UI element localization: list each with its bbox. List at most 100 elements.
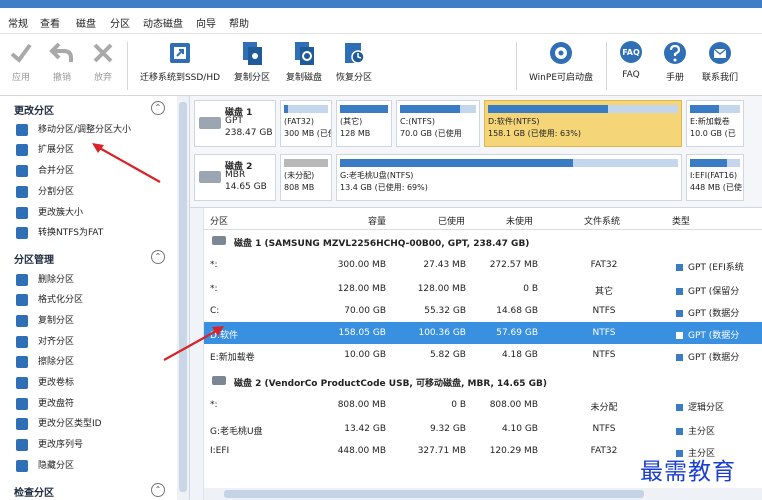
sidebar-item-format[interactable]: 格式化分区 xyxy=(16,292,83,306)
copy-partition-button[interactable]: 复制分区 xyxy=(230,40,274,83)
migrate-os-button[interactable]: 迁移系统到SSD/HD xyxy=(138,40,222,83)
contact-button[interactable]: 联系我们 xyxy=(700,40,740,83)
close-icon xyxy=(93,43,113,63)
sidebar-item-extend[interactable]: 扩展分区 xyxy=(16,142,74,156)
column-header-capacity[interactable]: 容量 xyxy=(368,214,386,227)
column-header-filesystem[interactable]: 文件系统 xyxy=(584,214,620,227)
disk-2-group-header[interactable]: 磁盘 2 (VendorCo ProductCode USB, 可移动磁盘, M… xyxy=(204,370,762,392)
partition-block-size: 158.1 GB (已使用: 63%) xyxy=(488,129,581,138)
sidebar-item-serial[interactable]: 更改序列号 xyxy=(16,437,83,451)
collapse-check-partition-button[interactable]: ⌃ xyxy=(151,483,165,497)
filesystem-cell: NTFS xyxy=(592,306,616,316)
filesystem-cell: FAT32 xyxy=(590,446,618,456)
partition-block[interactable]: (其它) 128 MB xyxy=(336,100,392,147)
align-icon xyxy=(16,335,28,348)
column-header-partition[interactable]: 分区 xyxy=(210,214,228,227)
partition-block-selected[interactable]: D:软件(NTFS) 158.1 GB (已使用: 63%) xyxy=(484,100,682,147)
cluster-icon xyxy=(16,206,28,219)
section-title-check-partition: 检查分区 xyxy=(14,488,54,499)
partition-block[interactable]: G:老毛桃U盘(NTFS) 13.4 GB (已使用: 69%) xyxy=(336,154,682,201)
table-row[interactable]: *: 808.00 MB 0 B 808.00 MB 未分配 逻辑分区 xyxy=(204,394,762,416)
hard-disk-icon xyxy=(199,117,221,129)
sidebar-item-ntfs-to-fat[interactable]: 转换NTFS为FAT xyxy=(16,225,103,239)
sidebar-item-label: 更改盘符 xyxy=(38,399,75,409)
table-row[interactable]: G:老毛桃U盘 13.42 GB 9.32 GB 4.10 GB NTFS 主分区 xyxy=(204,418,762,440)
sidebar-item-label-change[interactable]: 更改卷标 xyxy=(16,375,74,389)
partition-block-size: 13.4 GB (已使用: 69%) xyxy=(340,183,428,192)
used-cell: 100.36 GB xyxy=(418,328,466,338)
table-row[interactable]: D:软件 158.05 GB 100.36 GB 57.69 GB NTFS GPT (数… xyxy=(204,322,762,344)
unused-cell: 4.10 GB xyxy=(501,424,538,434)
disk-1-group-header[interactable]: 磁盘 1 (SAMSUNG MZVL2256HCHQ-00B00, GPT, 2… xyxy=(204,230,762,252)
table-row[interactable]: E:新加载卷 10.00 GB 5.82 GB 4.18 GB NTFS GPT (数据分 xyxy=(204,344,762,366)
undo-label: 撤销 xyxy=(52,73,71,83)
partition-block-label: (其它) xyxy=(340,117,363,126)
table-row[interactable]: *: 128.00 MB 128.00 MB 0 B 其它 GPT (保留分 xyxy=(204,278,762,300)
copy-disk-button[interactable]: 复制磁盘 xyxy=(282,40,326,83)
menu-view[interactable]: 查看 xyxy=(40,15,60,30)
menu-dynamic-disk[interactable]: 动态磁盘 xyxy=(143,15,183,30)
column-header-type[interactable]: 类型 xyxy=(672,214,690,227)
table-horizontal-scrollbar-thumb[interactable] xyxy=(224,490,644,498)
winpe-button[interactable]: WinPE可启动盘 xyxy=(526,40,596,83)
sidebar-scrollbar-thumb[interactable] xyxy=(179,102,187,492)
sidebar-item-align[interactable]: 对齐分区 xyxy=(16,334,74,348)
section-title-partition-management: 分区管理 xyxy=(14,255,54,266)
usb-disk-icon xyxy=(212,376,226,385)
sidebar-item-merge[interactable]: 合并分区 xyxy=(16,163,74,177)
sidebar-item-label: 更改分区类型ID xyxy=(38,419,102,429)
manual-button[interactable]: 手册 xyxy=(660,40,690,83)
sidebar-item-wipe[interactable]: 擦除分区 xyxy=(16,354,74,368)
mail-icon xyxy=(709,42,731,64)
partition-block-size: 448 MB (已使 xyxy=(690,183,742,192)
sidebar-item-label: 隐藏分区 xyxy=(38,461,75,471)
faq-button[interactable]: FAQ FAQ xyxy=(616,40,646,80)
apply-label: 应用 xyxy=(11,73,30,83)
apply-button[interactable]: 应用 xyxy=(6,40,36,83)
restore-partition-button[interactable]: 恢复分区 xyxy=(332,40,376,83)
unused-cell: 120.29 MB xyxy=(489,446,538,456)
table-row[interactable]: C: 70.00 GB 55.32 GB 14.68 GB NTFS GPT (数据分 xyxy=(204,300,762,322)
partition-block[interactable]: (FAT32) 300 MB (已使 xyxy=(280,100,332,147)
table-horizontal-scrollbar[interactable] xyxy=(204,488,762,500)
hard-disk-icon xyxy=(212,236,226,245)
partition-block[interactable]: I:EFI(FAT16) 448 MB (已使 xyxy=(686,154,744,201)
partition-block[interactable]: C:(NTFS) 70.0 GB (已使用 xyxy=(396,100,480,147)
partition-block-unallocated[interactable]: (未分配) 808 MB xyxy=(280,154,332,201)
migrate-label: 迁移系统到SSD/HD xyxy=(139,73,221,83)
table-row[interactable]: *: 300.00 MB 27.43 MB 272.57 MB FAT32 GPT (EF… xyxy=(204,254,762,276)
partition-block-size: 70.0 GB (已使用 xyxy=(400,129,462,138)
disk-2-size: 14.65 GB xyxy=(225,182,267,192)
menu-partition[interactable]: 分区 xyxy=(110,15,130,30)
menu-wizard[interactable]: 向导 xyxy=(196,15,216,30)
sidebar-item-split[interactable]: 分割分区 xyxy=(16,184,74,198)
sidebar-item-drive-letter[interactable]: 更改盘符 xyxy=(16,396,74,410)
menu-disk[interactable]: 磁盘 xyxy=(76,15,96,30)
disk-2-info[interactable]: 磁盘 2 MBR 14.65 GB xyxy=(194,154,276,201)
sidebar-item-delete[interactable]: 删除分区 xyxy=(16,272,74,286)
sidebar-item-cluster-size[interactable]: 更改簇大小 xyxy=(16,205,83,219)
discard-button[interactable]: 放弃 xyxy=(88,40,118,83)
menu-general[interactable]: 常规 xyxy=(8,15,28,30)
sidebar-item-hide[interactable]: 隐藏分区 xyxy=(16,458,74,472)
menu-help[interactable]: 帮助 xyxy=(229,15,249,30)
undo-button[interactable]: 撤销 xyxy=(46,40,78,83)
sidebar-item-move-resize[interactable]: 移动分区/调整分区大小 xyxy=(16,122,131,136)
capacity-cell: 10.00 GB xyxy=(344,350,386,360)
main-panel: 磁盘 1 GPT 238.47 GB (FAT32) 300 MB (已使 (其它… xyxy=(190,96,762,500)
disk-1-size: 238.47 GB xyxy=(225,128,273,138)
sidebar-item-type-id[interactable]: 更改分区类型ID xyxy=(16,416,102,430)
disk-1-info[interactable]: 磁盘 1 GPT 238.47 GB xyxy=(194,100,276,147)
column-header-used[interactable]: 已使用 xyxy=(438,214,465,227)
collapse-partition-management-button[interactable]: ⌃ xyxy=(151,250,165,264)
type-cell: 主分区 xyxy=(676,424,715,437)
sidebar-item-copy[interactable]: 复制分区 xyxy=(16,313,74,327)
collapse-change-partition-button[interactable]: ⌃ xyxy=(151,101,165,115)
cd-icon xyxy=(550,42,572,64)
partition-name-cell: D:软件 xyxy=(210,331,238,341)
column-header-unused[interactable]: 未使用 xyxy=(506,214,533,227)
capacity-cell: 128.00 MB xyxy=(337,284,386,294)
capacity-cell: 70.00 GB xyxy=(344,306,386,316)
copy-partition-label: 复制分区 xyxy=(233,73,270,83)
partition-block[interactable]: E:新加载卷 10.0 GB (已 xyxy=(686,100,744,147)
